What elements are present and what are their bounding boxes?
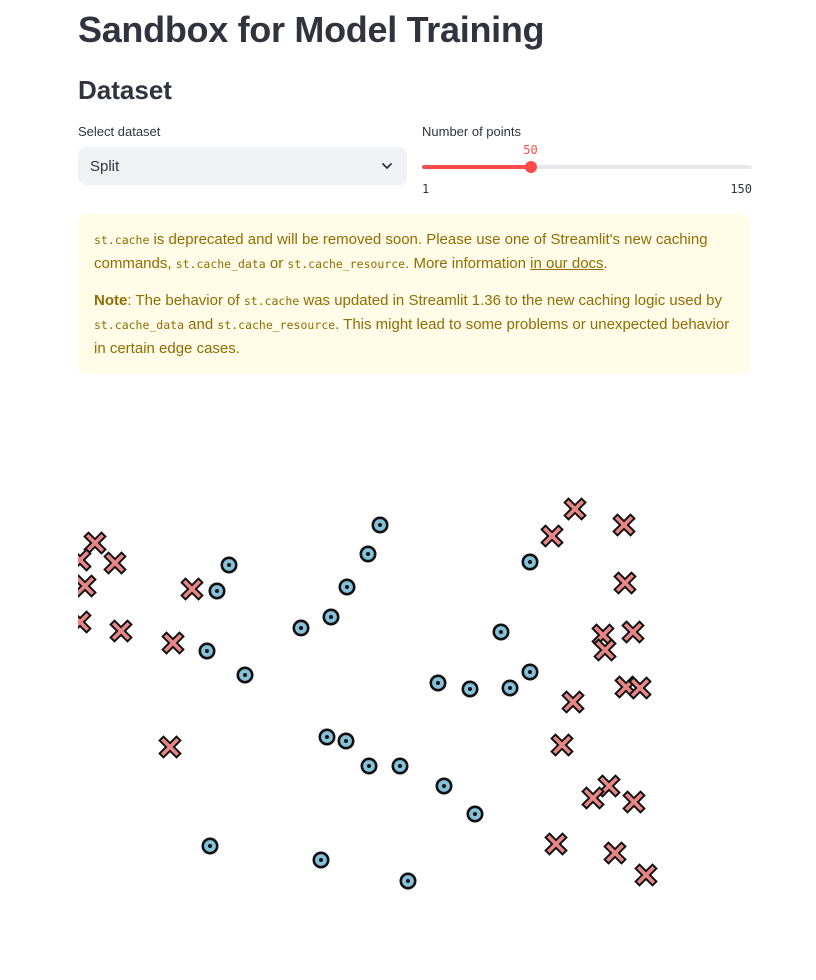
circle-point: [322, 608, 340, 626]
x-point: [603, 841, 627, 865]
chevron-down-icon: [379, 158, 395, 174]
x-point: [83, 531, 107, 555]
x-point: [622, 790, 646, 814]
x-point: [544, 832, 568, 856]
circle-point: [208, 582, 226, 600]
select-dataset-label: Select dataset: [78, 124, 161, 139]
warning-text: .: [603, 255, 608, 272]
slider-fill: [422, 165, 531, 169]
app-page: Sandbox for Model Training Dataset Selec…: [0, 0, 816, 980]
circle-point: [435, 777, 453, 795]
scatter-plot: [78, 392, 750, 952]
code-st-cache-data: st.cache_data: [94, 318, 185, 332]
deprecation-warning: st.cache is deprecated and will be remov…: [78, 214, 750, 374]
code-st-cache: st.cache: [94, 233, 150, 247]
docs-link[interactable]: in our docs: [530, 255, 603, 272]
warning-text: : The behavior of: [127, 292, 244, 309]
x-point: [78, 610, 92, 634]
slider-current-value: 50: [523, 143, 538, 157]
circle-point: [521, 663, 539, 681]
x-point: [628, 676, 652, 700]
circle-point: [236, 666, 254, 684]
x-point: [78, 574, 97, 598]
slider-min-label: 1: [422, 182, 430, 196]
circle-point: [461, 680, 479, 698]
warning-text: or: [265, 255, 288, 272]
x-point: [109, 619, 133, 643]
x-point: [158, 735, 182, 759]
circle-point: [359, 545, 377, 563]
circle-point: [501, 679, 519, 697]
dataset-section-title: Dataset: [78, 75, 172, 105]
number-of-points-slider[interactable]: 50 1 150: [422, 140, 752, 200]
x-point: [634, 863, 658, 887]
circle-point: [201, 837, 219, 855]
x-point: [103, 551, 127, 575]
dataset-select-value: Split: [90, 157, 120, 175]
warning-text: . More information: [405, 255, 531, 272]
warning-text: was updated in Streamlit 1.36 to the new…: [299, 292, 722, 309]
circle-point: [198, 642, 216, 660]
code-st-cache-resource: st.cache_resource: [217, 318, 336, 332]
dataset-select[interactable]: Split: [78, 147, 407, 185]
warning-text: and: [184, 316, 218, 333]
circle-point: [337, 732, 355, 750]
circle-point: [399, 872, 417, 890]
x-point: [161, 631, 185, 655]
slider-max-label: 150: [730, 182, 752, 196]
circle-point: [391, 757, 409, 775]
circle-point: [292, 619, 310, 637]
x-point: [612, 513, 636, 537]
note-label: Note: [94, 292, 128, 309]
x-point: [78, 548, 92, 572]
circle-point: [312, 851, 330, 869]
x-point: [593, 638, 617, 662]
circle-point: [521, 553, 539, 571]
circle-point: [429, 674, 447, 692]
page-title: Sandbox for Model Training: [78, 9, 545, 50]
circle-point: [318, 728, 336, 746]
x-point: [180, 577, 204, 601]
x-point: [550, 733, 574, 757]
circle-point: [338, 578, 356, 596]
scatter-plot-svg: [78, 497, 658, 890]
x-point: [613, 571, 637, 595]
number-of-points-label: Number of points: [422, 124, 521, 139]
circle-point: [371, 516, 389, 534]
circle-point: [492, 623, 510, 641]
x-point: [581, 786, 605, 810]
x-point: [540, 524, 564, 548]
circle-point: [220, 556, 238, 574]
slider-thumb[interactable]: [524, 161, 537, 173]
code-st-cache-data: st.cache_data: [175, 257, 266, 271]
warning-paragraph-2: Note: The behavior of st.cache was updat…: [94, 289, 734, 360]
x-point: [561, 690, 585, 714]
x-point: [563, 497, 587, 521]
code-st-cache-resource: st.cache_resource: [287, 257, 406, 271]
warning-paragraph-1: st.cache is deprecated and will be remov…: [94, 228, 734, 276]
circle-point: [466, 805, 484, 823]
x-point: [597, 774, 621, 798]
circle-point: [360, 757, 378, 775]
code-st-cache: st.cache: [243, 294, 300, 308]
x-point: [621, 620, 645, 644]
